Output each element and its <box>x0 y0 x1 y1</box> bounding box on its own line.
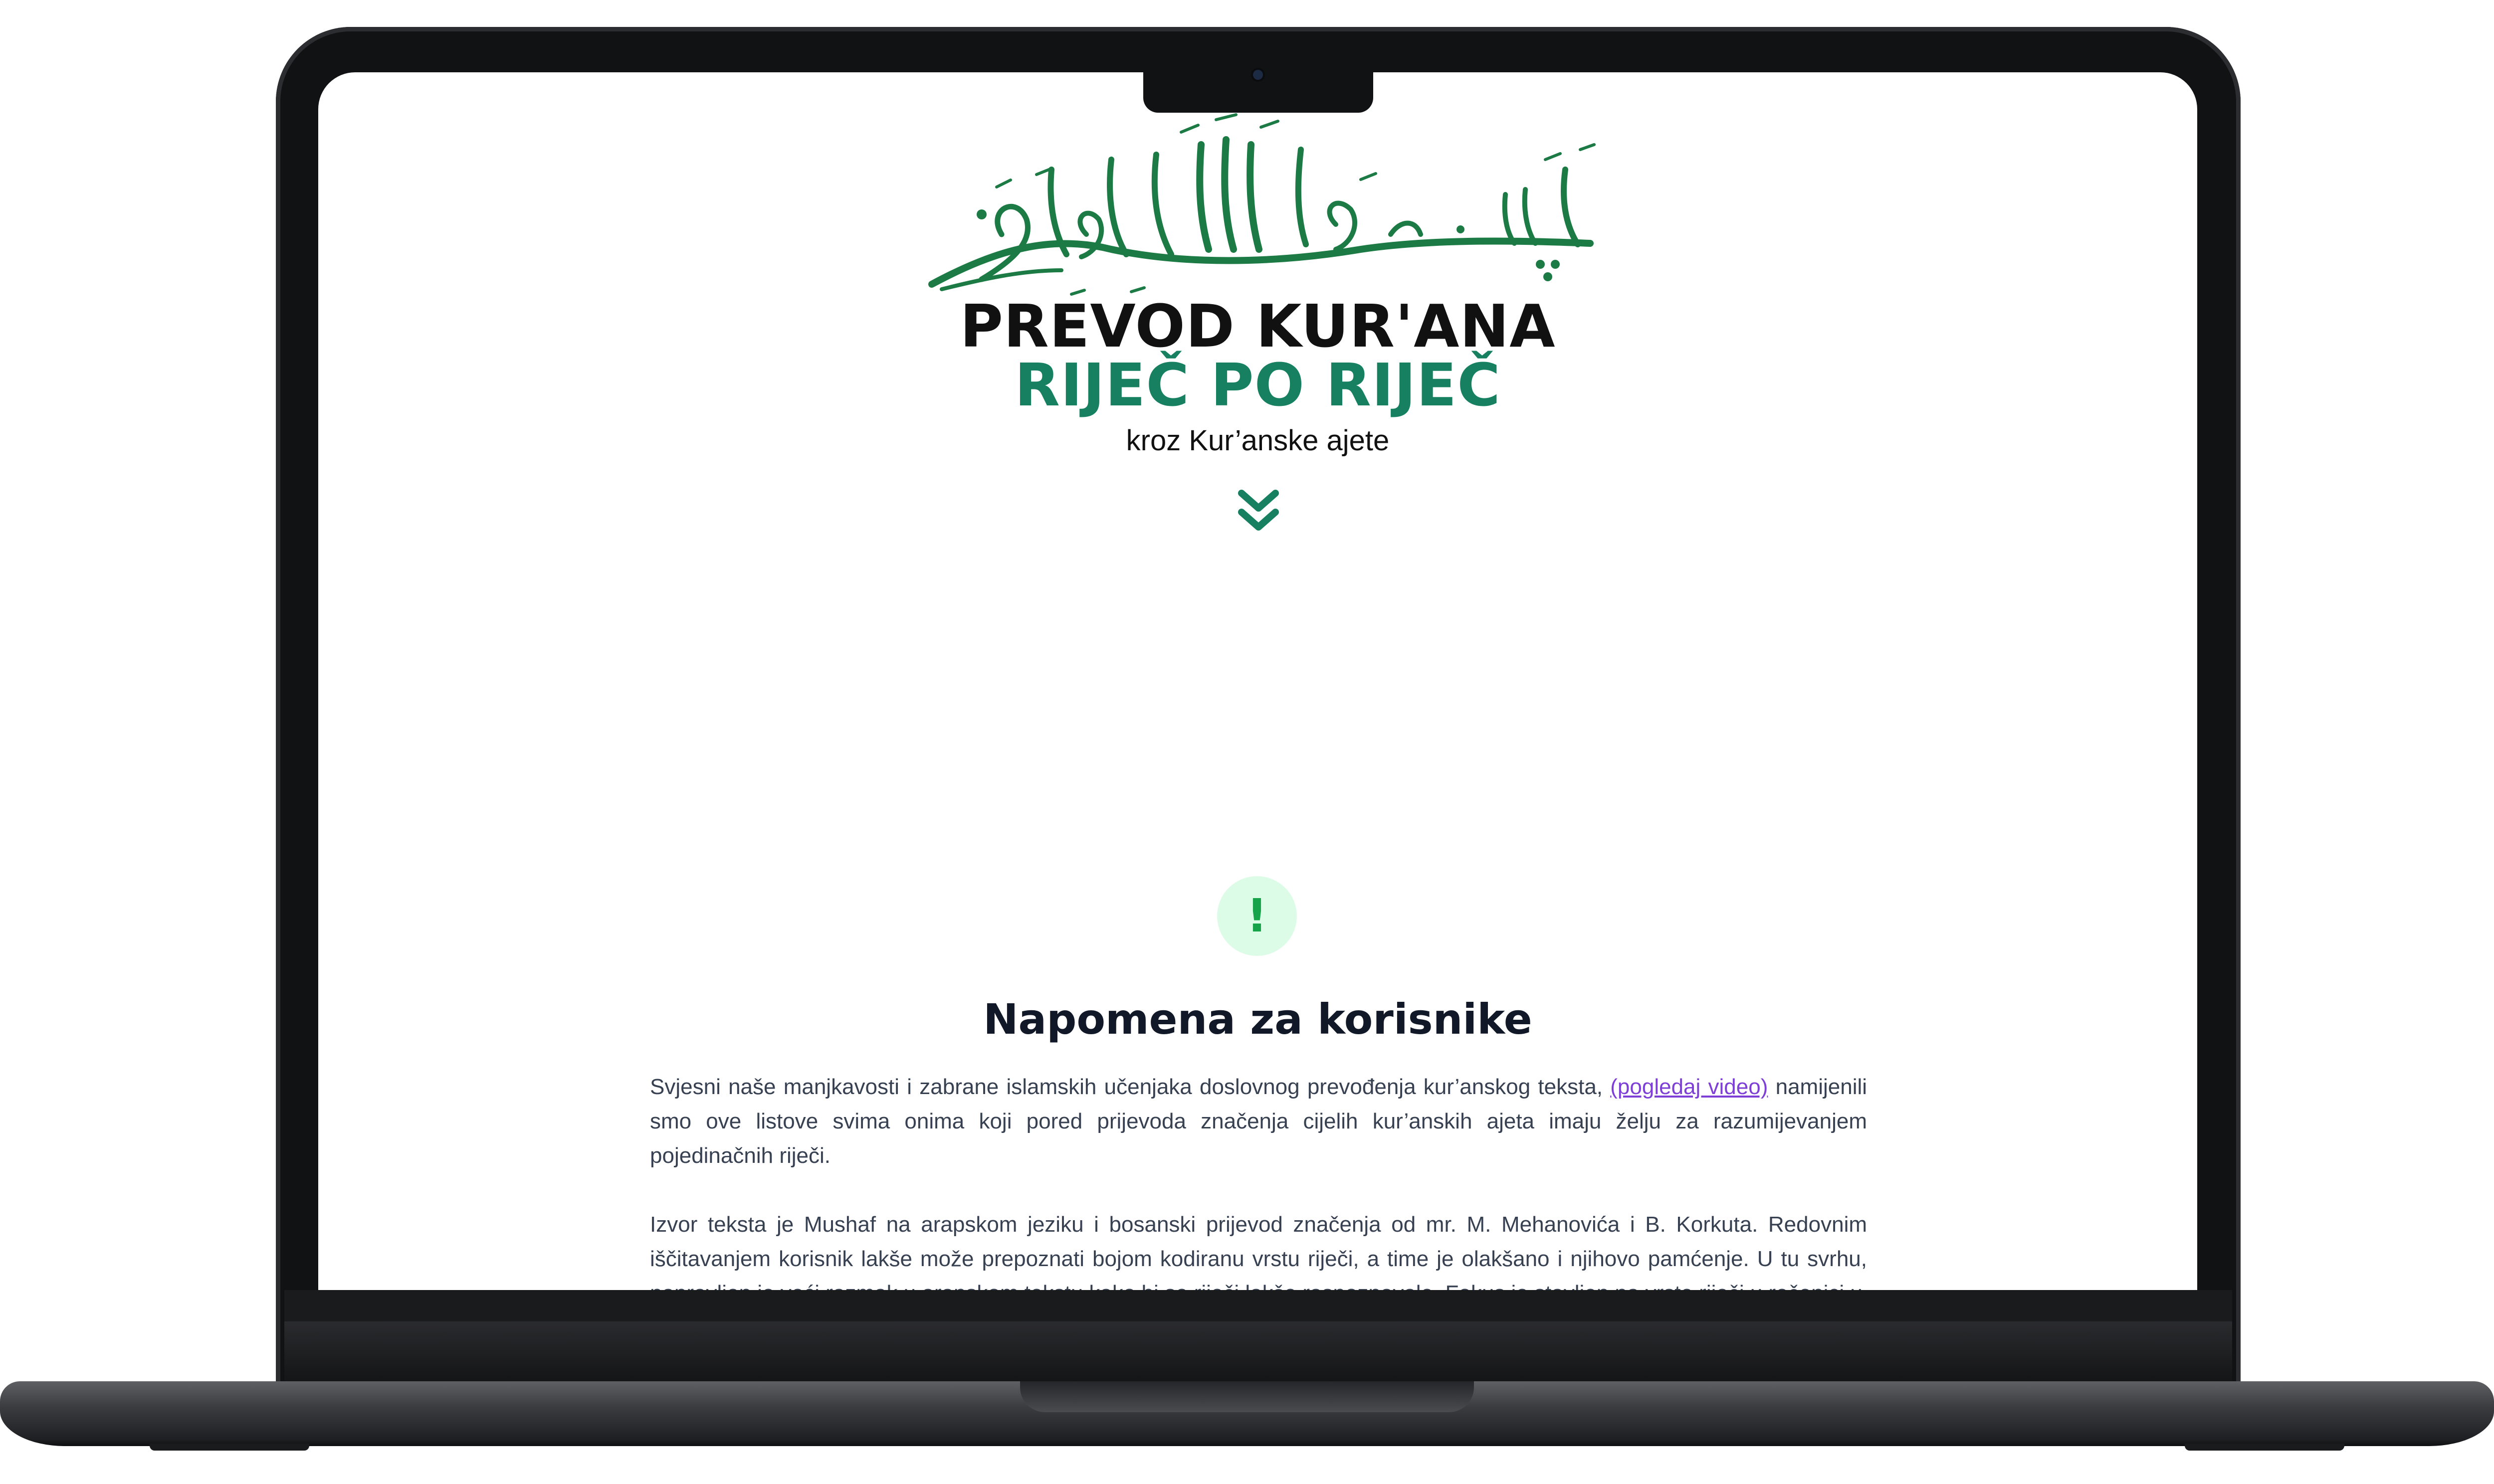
notice-badge: ! <box>1217 876 1297 956</box>
web-page: PREVOD KUR'ANA RIJEČ PO RIJEČ kroz Kur’a… <box>318 72 2197 1290</box>
laptop-screen: PREVOD KUR'ANA RIJEČ PO RIJEČ kroz Kur’a… <box>318 72 2197 1290</box>
exclamation-icon: ! <box>1247 889 1267 942</box>
notice-body: Svjesni naše manjkavosti i zabrane islam… <box>650 1070 1867 1290</box>
page-title-highlight: RIJEČ PO RIJEČ <box>1015 351 1501 419</box>
laptop-foot <box>150 1444 309 1451</box>
laptop-foot <box>2185 1444 2344 1451</box>
page-subtitle: kroz Kur’anske ajete <box>1126 424 1390 457</box>
watch-video-link[interactable]: (pogledaj video) <box>1610 1075 1768 1099</box>
screen-bottom-bezel <box>284 1290 2232 1325</box>
camera-icon <box>1253 70 1263 80</box>
double-chevron-down-icon[interactable] <box>1235 486 1282 534</box>
notice-paragraph-1: Svjesni naše manjkavosti i zabrane islam… <box>650 1070 1867 1173</box>
paragraph-text: Svjesni naše manjkavosti i zabrane islam… <box>650 1075 1611 1099</box>
laptop-hinge <box>284 1321 2232 1381</box>
notice-title: Napomena za korisnike <box>983 995 1532 1044</box>
notice-paragraph-2: Izvor teksta je Mushaf na arapskom jezik… <box>650 1212 1867 1290</box>
laptop-thumb-notch <box>1020 1381 1474 1412</box>
basmala-calligraphy <box>928 113 1596 296</box>
